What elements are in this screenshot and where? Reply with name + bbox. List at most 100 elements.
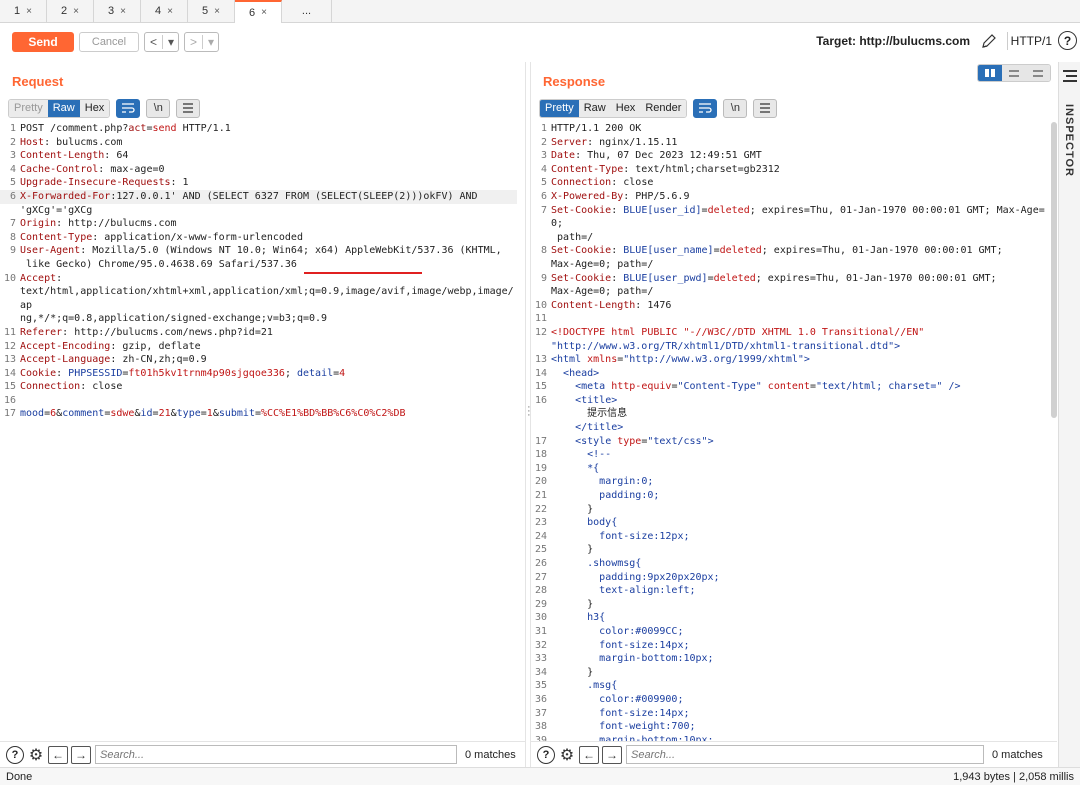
tab-6[interactable]: 6 ×: [235, 0, 282, 23]
raw-tab[interactable]: Raw: [47, 99, 80, 117]
pretty-tab[interactable]: Pretty: [540, 99, 579, 117]
hex-tab[interactable]: Hex: [79, 99, 110, 117]
token: Set-Cookie: [551, 204, 612, 216]
forward-button[interactable]: > ▾: [184, 32, 219, 52]
wrap-icon[interactable]: [693, 98, 718, 118]
close-icon[interactable]: ×: [261, 7, 267, 18]
toolbar: Send Cancel < ▾ > ▾ Target: http://bulucms…: [0, 24, 1080, 58]
close-icon[interactable]: ×: [26, 6, 32, 17]
line-number: 29: [534, 598, 547, 610]
help-icon[interactable]: ?: [1058, 31, 1077, 50]
token: Accept: [20, 272, 57, 284]
gear-icon[interactable]: ⚙: [558, 746, 576, 764]
token: User-Agent: [20, 245, 81, 257]
previous-match-icon[interactable]: ←: [579, 745, 599, 764]
line-text: Content-Type: application/x-www-form-url…: [20, 231, 517, 245]
code-line: 0 </title>: [531, 421, 1049, 435]
close-icon[interactable]: ×: [167, 6, 173, 17]
close-icon[interactable]: ×: [120, 6, 126, 17]
cancel-button[interactable]: Cancel: [79, 32, 139, 52]
tab-1[interactable]: 1 ×: [0, 0, 47, 22]
edit-icon[interactable]: [980, 32, 998, 50]
code-line: 33 margin-bottom:10px;: [531, 652, 1049, 666]
protocol-label[interactable]: HTTP/1: [1011, 34, 1052, 48]
tab-more[interactable]: ...: [282, 0, 332, 22]
tab-2[interactable]: 2 ×: [47, 0, 94, 22]
line-number: 1: [9, 123, 16, 134]
render-tab[interactable]: Render: [640, 99, 687, 117]
split-view-icon[interactable]: [978, 65, 1002, 81]
line-number: 2: [9, 136, 16, 148]
token: Max-Age=0; path=/: [551, 286, 654, 298]
token: comment: [62, 408, 105, 420]
line-text: Content-Length: 1476: [551, 299, 1049, 313]
inspector-label[interactable]: INSPECTOR: [1063, 104, 1075, 177]
line-number: 15: [3, 381, 16, 393]
newline-toggle-icon[interactable]: \n: [146, 98, 171, 118]
token: color:#0099CC;: [599, 625, 684, 637]
inspector-panel[interactable]: INSPECTOR: [1058, 62, 1080, 767]
line-text: }: [551, 666, 1049, 680]
token: : max-age=0: [98, 163, 165, 175]
line-text: </title>: [551, 421, 1049, 435]
next-match-icon[interactable]: →: [71, 745, 91, 764]
tab-5[interactable]: 5 ×: [188, 0, 235, 22]
token: .showmsg{: [587, 558, 642, 569]
menu-icon[interactable]: [1063, 70, 1077, 82]
send-button[interactable]: Send: [12, 32, 74, 52]
close-icon[interactable]: ×: [73, 6, 79, 17]
search-input[interactable]: [95, 745, 457, 764]
menu-icon[interactable]: [176, 98, 201, 118]
hex-tab[interactable]: Hex: [610, 99, 641, 117]
code-line: 30 h3{: [531, 611, 1049, 625]
tab-3[interactable]: 3 ×: [94, 0, 141, 22]
next-match-icon[interactable]: →: [602, 745, 622, 764]
line-number: 8: [540, 245, 547, 257]
line-text: X-Forwarded-For:127.0.0.1' AND (SELECT 6…: [20, 190, 517, 204]
code-line: 9 Set-Cookie: BLUE[user_pwd]=deleted; exp…: [531, 272, 1049, 286]
scrollbar[interactable]: [1051, 122, 1057, 418]
code-line: 0 提示信息: [531, 407, 1049, 421]
chevron-down-icon[interactable]: ▾: [203, 35, 219, 49]
line-text: X-Powered-By: PHP/5.6.9: [551, 190, 1049, 204]
back-button[interactable]: < ▾: [144, 32, 179, 52]
horizontal-view-icon[interactable]: [1002, 65, 1026, 81]
tab-label: 2: [61, 5, 68, 17]
tab-4[interactable]: 4 ×: [141, 0, 188, 22]
help-icon[interactable]: ?: [6, 745, 24, 764]
line-text: font-size:14px;: [551, 707, 1049, 721]
line-number: 7: [540, 204, 547, 216]
code-line: 0Max-Age=0; path=/: [531, 258, 1049, 272]
chevron-down-icon[interactable]: ▾: [163, 35, 179, 49]
pretty-tab[interactable]: Pretty: [9, 99, 48, 117]
wrap-icon[interactable]: [116, 98, 141, 118]
raw-tab[interactable]: Raw: [578, 99, 611, 117]
menu-icon[interactable]: [753, 98, 778, 118]
line-text: Cache-Control: max-age=0: [20, 163, 517, 177]
token: Set-Cookie: [551, 272, 612, 284]
token: font-size:14px;: [599, 639, 690, 651]
gear-icon[interactable]: ⚙: [27, 746, 45, 764]
token: PHPSESSID: [68, 367, 123, 379]
layout-toggle[interactable]: [977, 64, 1051, 82]
request-editor[interactable]: 1 POST /comment.php?act=send HTTP/1.1 2 Hos…: [0, 122, 517, 741]
search-input[interactable]: [626, 745, 984, 764]
newline-toggle-icon[interactable]: \n: [723, 98, 748, 118]
previous-match-icon[interactable]: ←: [48, 745, 68, 764]
single-view-icon[interactable]: [1026, 65, 1050, 81]
line-number: 32: [534, 639, 547, 651]
token: </title>: [575, 422, 624, 434]
response-editor[interactable]: 1 HTTP/1.1 200 OK 2 Server: nginx/1.15.11 3 D…: [531, 122, 1049, 741]
token: body{: [587, 517, 618, 529]
close-icon[interactable]: ×: [214, 6, 220, 17]
line-text: }: [551, 503, 1049, 517]
token: %CC%E1%BD%BB%C6%C0%C2%DB: [261, 408, 406, 420]
help-icon[interactable]: ?: [537, 745, 555, 764]
line-number: 22: [534, 503, 547, 515]
token: font-size:14px;: [599, 707, 690, 719]
code-line: 10 Content-Length: 1476: [531, 299, 1049, 313]
